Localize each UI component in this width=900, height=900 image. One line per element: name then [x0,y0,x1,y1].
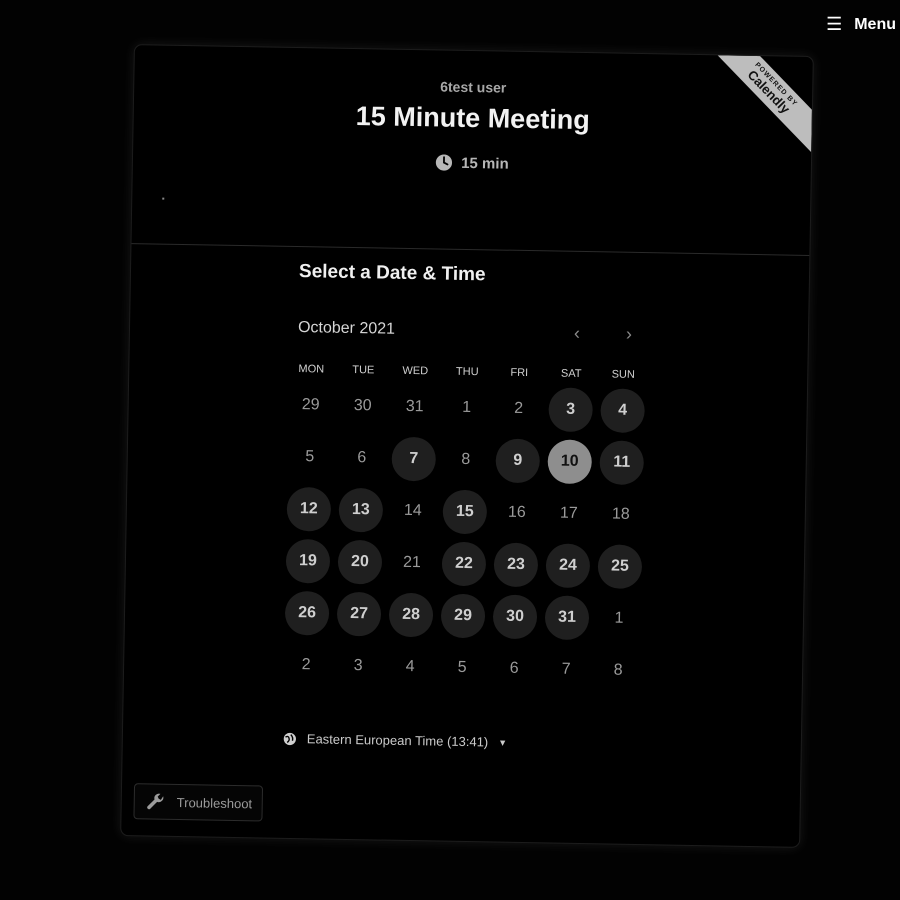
weekday-label: SUN [611,368,635,381]
troubleshoot-label: Troubleshoot [176,794,253,811]
event-title: 15 Minute Meeting [355,101,590,136]
calendar-day: 17 [559,504,578,522]
calendar-day: 5 [457,658,467,677]
chevron-left-icon: ‹ [573,322,581,343]
chevron-right-icon: › [625,323,633,344]
calendar-week-row: 29 30 31 1 2 3 4 [284,383,807,436]
timezone-selector[interactable]: Eastern European Time (13:41) ▼ [283,731,801,755]
weekday-label: FRI [510,366,529,380]
weekday-label: THU [455,365,479,379]
caret-down-icon: ▼ [498,737,508,748]
calendar-day-available[interactable]: 12 [286,486,332,532]
calendar-day-available[interactable]: 27 [336,591,382,637]
calendar-day: 30 [353,397,372,415]
event-duration: 15 min [133,148,811,178]
calendar-grid: MON TUE WED THU FRI SAT SUN 29 30 31 1 2 3 4 5 6 7 8 9 10 1… [280,363,808,696]
month-navigation: October 2021 ‹ › [298,313,644,349]
weekday-label: WED [402,364,429,378]
calendar-day-available[interactable]: 28 [388,592,434,638]
calendar-week-row: 12 13 14 15 16 17 18 [282,486,805,540]
owner-name: 6test user [440,78,507,96]
prev-month-button[interactable]: ‹ [562,318,593,349]
calendar-day-available[interactable]: 22 [441,541,487,587]
calendar-week-row: 19 20 21 22 23 24 25 [282,538,805,592]
clock-icon [436,154,453,171]
date-picker: Select a Date & Time October 2021 ‹ › MO… [121,244,810,848]
calendar-day: 2 [301,656,311,674]
calendar-day-available[interactable]: 19 [285,538,331,584]
calendar-day: 1 [462,398,472,417]
calendar-week-row: 26 27 28 29 30 31 1 [281,590,804,644]
calendar-day: 6 [509,659,519,677]
calendar-week-row: 5 6 7 8 9 10 11 [283,435,806,488]
calendar-day-available[interactable]: 31 [544,595,590,641]
calendar-day: 31 [405,397,424,416]
divider-dot [162,197,165,200]
troubleshoot-button[interactable]: Troubleshoot [133,783,264,822]
duration-label: 15 min [461,154,509,173]
calendar-day: 8 [613,661,623,679]
menu-label: Menu [854,15,896,33]
calendar-day-selected[interactable]: 10 [547,439,593,485]
booking-card: POWERED BY Calendly 6test user 15 Minute… [120,44,814,848]
event-header: 6test user 15 Minute Meeting 15 min [131,45,812,255]
calendar-day-available[interactable]: 23 [493,542,539,588]
calendar-day: 6 [357,449,367,467]
calendar-weeks: 29 30 31 1 2 3 4 5 6 7 8 9 10 11 12 13 14 15 16 17 18 19 20 21 2… [280,383,807,696]
calendar-day-available[interactable]: 24 [545,543,591,589]
calendar-day-available[interactable]: 9 [495,438,541,484]
calendar-day: 3 [353,657,363,675]
select-date-title: Select a Date & Time [298,261,486,286]
next-month-button[interactable]: › [614,319,645,350]
calendar-day: 18 [611,505,630,523]
calendar-day: 4 [405,657,415,676]
calendar-day: 14 [403,501,422,520]
hamburger-icon: ☰ [826,14,843,34]
calendar-week-row: 2 3 4 5 6 7 8 [280,643,803,696]
calendar-day: 16 [507,503,526,522]
calendar-day-available[interactable]: 3 [548,387,594,433]
calendar-day: 29 [301,396,320,414]
calendar-day: 2 [514,399,524,417]
calendar-day: 1 [614,609,624,627]
calendar-day: 7 [561,660,571,678]
calendar-day-available[interactable]: 29 [440,593,486,639]
calendar-day-available[interactable]: 15 [442,489,488,535]
timezone-label: Eastern European Time (13:41) [306,731,489,750]
calendar-day-available[interactable]: 13 [338,487,384,533]
globe-icon [283,732,296,745]
calendar-day-available[interactable]: 4 [600,388,646,434]
calendar-day: 8 [461,450,471,469]
calendar-day-available[interactable]: 26 [284,590,330,636]
weekday-label: SAT [560,367,582,380]
calendar-day-available[interactable]: 20 [337,539,383,585]
calendar-day: 21 [402,553,421,572]
weekday-label: TUE [352,363,375,377]
calendar-day-available[interactable]: 25 [597,544,643,590]
calendar-day-available[interactable]: 30 [492,594,538,640]
wrench-icon [147,793,164,810]
calendar-day-available[interactable]: 11 [599,440,645,486]
weekday-label: MON [298,363,325,376]
month-label: October 2021 [297,319,396,338]
calendar-day: 5 [305,448,315,466]
menu-button[interactable]: ☰ Menu [826,14,896,35]
calendar-day-available[interactable]: 7 [391,436,437,482]
